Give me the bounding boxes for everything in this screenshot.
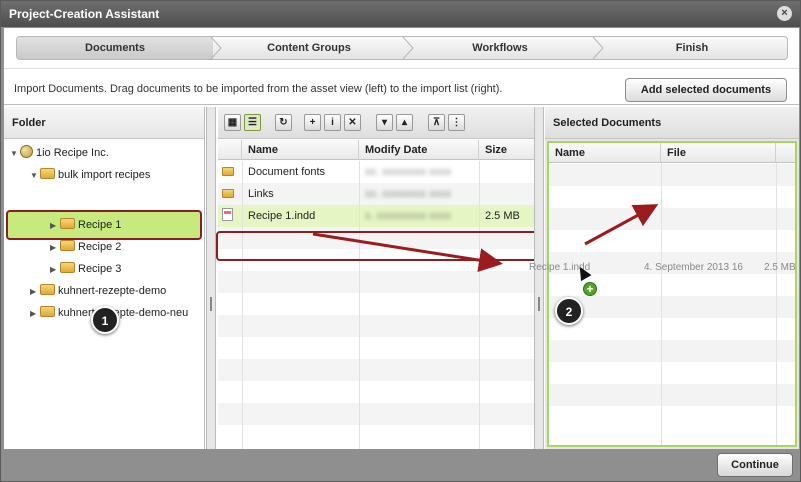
folder-up-icon[interactable]: ▴ (396, 114, 413, 131)
table-row (549, 164, 795, 186)
selected-document-highlight (216, 231, 540, 261)
extract-icon[interactable]: ⊼ (428, 114, 445, 131)
project-creation-dialog: Project-Creation Assistant × Documents C… (0, 0, 801, 482)
folder-icon (222, 189, 234, 198)
expand-triangle-icon[interactable]: ▼ (10, 144, 20, 164)
folder-icon (40, 168, 55, 179)
table-row (218, 403, 544, 425)
wizard-steps: Documents Content Groups Workflows Finis… (16, 36, 788, 60)
table-row (218, 271, 544, 293)
column-divider (776, 163, 777, 445)
collapse-triangle-icon[interactable]: ▶ (30, 304, 40, 324)
add-plus-icon: + (583, 282, 597, 296)
list-view-icon[interactable]: ☰ (244, 114, 261, 131)
close-icon[interactable]: × (777, 6, 792, 21)
folder-pane: Folder ▼ 1io Recipe Inc. ▼ bulk import rec… (4, 107, 205, 449)
table-row (218, 359, 544, 381)
collapse-triangle-icon[interactable]: ▶ (50, 260, 60, 280)
modify-date-column-header[interactable]: Modify Date (359, 140, 479, 160)
new-document-icon[interactable]: + (304, 114, 321, 131)
step-separator-icon (210, 37, 222, 59)
info-bar: Import Documents. Drag documents to be i… (4, 68, 799, 105)
collapse-triangle-icon[interactable]: ▶ (30, 282, 40, 302)
folder-icon (60, 240, 75, 251)
tree-item-bulk-import-recipes[interactable]: ▼ bulk import recipes (30, 165, 150, 185)
folder-pane-header: Folder (4, 107, 204, 139)
icon-column-header (218, 140, 242, 160)
column-divider (479, 161, 480, 449)
table-row (549, 208, 795, 230)
asset-pane: ▦ ☰ ↻ + i ✕ ▾ ▴ ⊼ ⋮ Name Modify Date Siz… (216, 107, 544, 449)
tree-item-recipe-3[interactable]: ▶ Recipe 3 (50, 259, 121, 279)
table-row (549, 296, 795, 318)
splitter-grip-icon[interactable] (538, 297, 540, 311)
drag-ghost-date: 4. September 2013 16 (644, 262, 743, 273)
table-row (218, 315, 544, 337)
dialog-title: Project-Creation Assistant (1, 1, 800, 27)
indesign-file-icon (222, 208, 233, 221)
redacted-date: xx. xxxxxxxx xxxx (365, 166, 452, 178)
step-content-groups[interactable]: Content Groups (213, 37, 405, 59)
asset-toolbar: ▦ ☰ ↻ + i ✕ ▾ ▴ ⊼ ⋮ (218, 107, 544, 139)
asset-column-header: Name Modify Date Size (218, 140, 544, 160)
folder-icon (222, 167, 234, 176)
name-column-header[interactable]: Name (242, 140, 359, 160)
server-icon (20, 145, 33, 158)
folder-down-icon[interactable]: ▾ (376, 114, 393, 131)
folder-icon (60, 218, 75, 229)
splitter-grip-icon[interactable] (210, 297, 212, 311)
step-documents[interactable]: Documents (17, 37, 213, 59)
dialog-body: Documents Content Groups Workflows Finis… (4, 28, 799, 449)
folder-icon (40, 284, 55, 295)
step-finish[interactable]: Finish (595, 37, 787, 59)
drag-ghost-size: 2.5 MB (764, 262, 796, 273)
folder-icon (40, 306, 55, 317)
table-row[interactable]: Links xx. xxxxxxxx xxxx (218, 183, 544, 205)
tree-item-recipe-1[interactable]: ▶ Recipe 1 (50, 215, 121, 235)
table-row[interactable]: Document fonts xx. xxxxxxxx xxxx (218, 161, 544, 183)
delete-icon[interactable]: ✕ (344, 114, 361, 131)
asset-list: Document fonts xx. xxxxxxxx xxxx Links x… (218, 161, 544, 449)
step-workflows[interactable]: Workflows (405, 37, 595, 59)
redacted-date: xx. xxxxxxxx xxxx (365, 188, 452, 200)
folder-icon (60, 262, 75, 273)
table-row (549, 384, 795, 406)
step-separator-icon (592, 37, 604, 59)
column-divider (661, 163, 662, 445)
left-splitter[interactable] (206, 107, 216, 449)
tree-item-recipe-2[interactable]: ▶ Recipe 2 (50, 237, 121, 257)
table-row-selected[interactable]: Recipe 1.indd x. xxxxxxxxx xxxx 2.5 MB (218, 205, 544, 227)
tree-item-1io-recipe-inc[interactable]: ▼ 1io Recipe Inc. (10, 143, 109, 163)
selected-documents-header: Selected Documents (545, 107, 799, 139)
add-selected-documents-button[interactable]: Add selected documents (625, 78, 787, 102)
extra-column-header (776, 143, 795, 163)
column-divider (359, 161, 360, 449)
callout-badge-1: 1 (91, 306, 119, 334)
refresh-icon[interactable]: ↻ (275, 114, 292, 131)
expand-triangle-icon[interactable]: ▼ (30, 166, 40, 186)
zip-icon[interactable]: ⋮ (448, 114, 465, 131)
continue-button[interactable]: Continue (717, 453, 793, 477)
file-column-header[interactable]: File (661, 143, 776, 163)
column-divider (242, 161, 243, 449)
collapse-triangle-icon[interactable]: ▶ (50, 238, 60, 258)
callout-badge-2: 2 (555, 297, 583, 325)
dialog-footer: Continue (1, 450, 800, 481)
redacted-date: x. xxxxxxxxx xxxx (365, 210, 452, 222)
info-icon[interactable]: i (324, 114, 341, 131)
thumbnail-view-icon[interactable]: ▦ (224, 114, 241, 131)
step-separator-icon (402, 37, 414, 59)
right-splitter[interactable] (534, 107, 544, 449)
table-row (549, 340, 795, 362)
collapse-triangle-icon[interactable]: ▶ (50, 216, 60, 236)
tree-item-kuhnert-rezepte-demo[interactable]: ▶ kuhnert-rezepte-demo (30, 281, 166, 301)
instructions-text: Import Documents. Drag documents to be i… (14, 83, 503, 95)
name-column-header[interactable]: Name (549, 143, 661, 163)
